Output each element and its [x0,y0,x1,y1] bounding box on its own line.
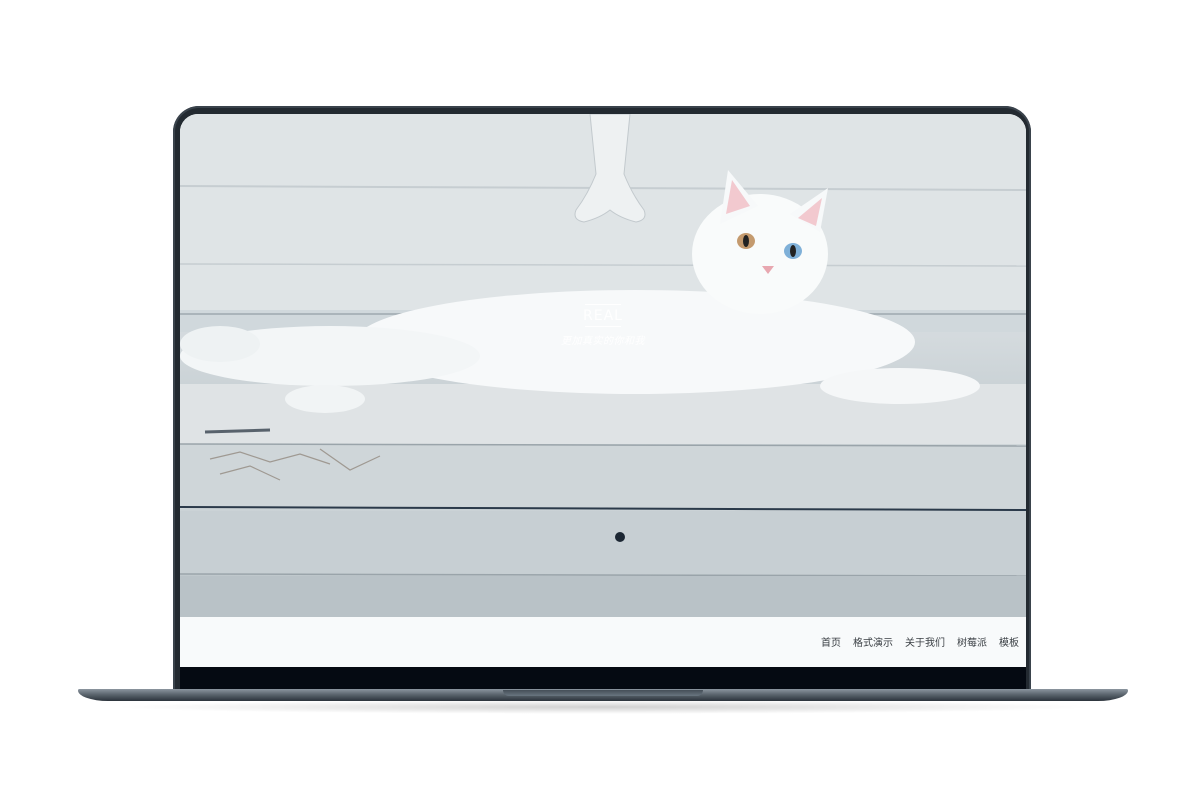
hero-image [180,114,1026,617]
screen-bottom-bezel [180,667,1026,690]
title-bottom-rule [585,326,621,327]
laptop-shadow [110,700,1096,714]
hero-title: REAL [180,304,1026,327]
nav-item-format-demo[interactable]: 格式演示 [853,634,893,649]
laptop-screen: REAL 更加真实的你和我 首页 格式演示 关于我们 树莓派 模板 [180,114,1026,667]
nav-item-about-us[interactable]: 关于我们 [905,634,945,649]
hero-subtitle: 更加真实的你和我 [561,336,645,347]
nav-menu: 首页 格式演示 关于我们 树莓派 模板 [821,634,1019,649]
nav-item-templates[interactable]: 模板 [999,634,1019,649]
nav-item-raspberry-pi[interactable]: 树莓派 [957,634,987,649]
nav-bar: 首页 格式演示 关于我们 树莓派 模板 [180,617,1026,667]
hero-banner: REAL 更加真实的你和我 [180,114,1026,617]
nav-item-home[interactable]: 首页 [821,634,841,649]
laptop-hinge-notch [503,690,703,696]
hero-title-text: REAL [583,308,623,324]
